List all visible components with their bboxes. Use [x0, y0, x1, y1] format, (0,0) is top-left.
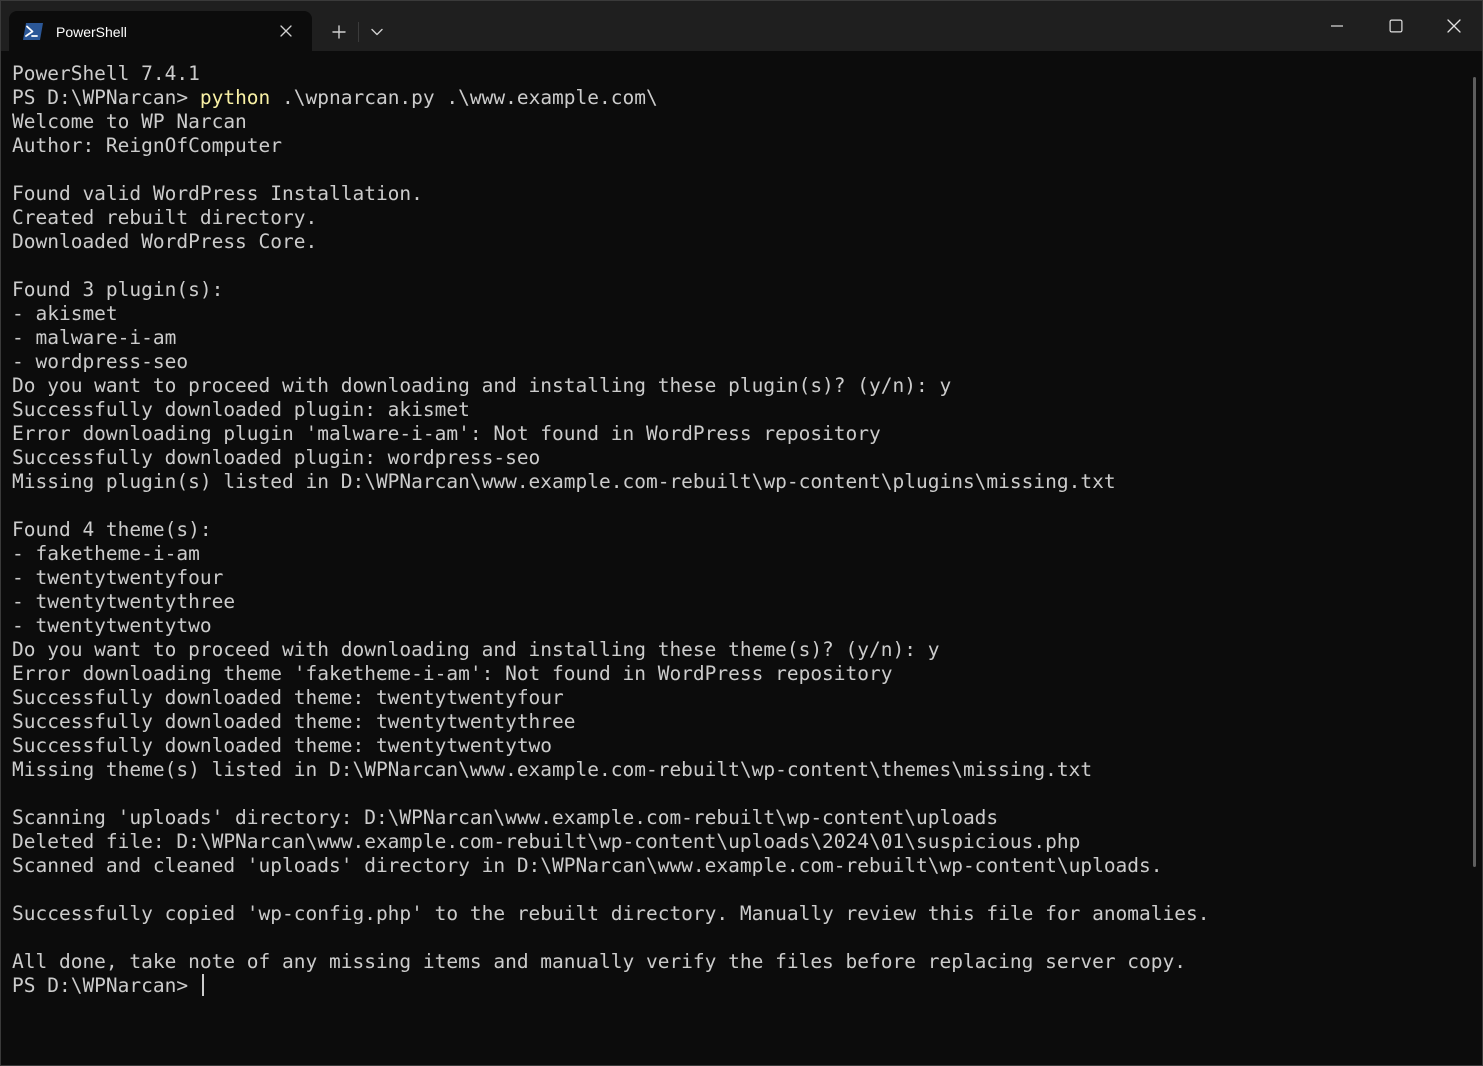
tab-powershell[interactable]: PowerShell [9, 11, 312, 51]
maximize-button[interactable] [1367, 1, 1425, 51]
command-args: .\wpnarcan.py .\www.example.com\ [270, 86, 658, 109]
output-line: All done, take note of any missing items… [12, 950, 1186, 973]
output-line: - twentytwentytwo [12, 614, 212, 637]
tab-dropdown-button[interactable] [361, 15, 393, 49]
version-line: PowerShell 7.4.1 [12, 62, 200, 85]
output-line: Author: ReignOfComputer [12, 134, 283, 157]
output-line: Found valid WordPress Installation. [12, 182, 423, 205]
output-line: Created rebuilt directory. [12, 206, 318, 229]
vertical-scrollbar[interactable] [1473, 77, 1476, 867]
tab-title: PowerShell [56, 24, 127, 40]
output-line: Error downloading plugin 'malware-i-am':… [12, 422, 881, 445]
text-cursor [201, 974, 204, 996]
output-line: Do you want to proceed with downloading … [12, 638, 940, 661]
output-line: Deleted file: D:\WPNarcan\www.example.co… [12, 830, 1081, 853]
output-line: Welcome to WP Narcan [12, 110, 247, 133]
output-line: Successfully downloaded plugin: akismet [12, 398, 470, 421]
output-line: - wordpress-seo [12, 350, 189, 373]
tab-separator [358, 22, 359, 42]
prompt: PS D:\WPNarcan> [12, 86, 200, 109]
prompt: PS D:\WPNarcan> [12, 974, 200, 997]
new-tab-button[interactable] [321, 15, 357, 49]
output-line: Downloaded WordPress Core. [12, 230, 318, 253]
terminal-output[interactable]: PowerShell 7.4.1 PS D:\WPNarcan> python … [1, 51, 1482, 1065]
final-prompt-line[interactable]: PS D:\WPNarcan> [12, 974, 204, 998]
output-line: Scanned and cleaned 'uploads' directory … [12, 854, 1163, 877]
output-line: - malware-i-am [12, 326, 177, 349]
output-line: - faketheme-i-am [12, 542, 200, 565]
output-line: Missing plugin(s) listed in D:\WPNarcan\… [12, 470, 1116, 493]
minimize-button[interactable] [1308, 1, 1366, 51]
close-tab-icon[interactable] [277, 22, 295, 40]
output-line: - akismet [12, 302, 118, 325]
output-line: Successfully downloaded plugin: wordpres… [12, 446, 541, 469]
output-line: - twentytwentythree [12, 590, 236, 613]
output-line: Successfully copied 'wp-config.php' to t… [12, 902, 1210, 925]
output-line: Successfully downloaded theme: twentytwe… [12, 710, 576, 733]
output-line: Found 4 theme(s): [12, 518, 212, 541]
output-line: Missing theme(s) listed in D:\WPNarcan\w… [12, 758, 1093, 781]
command-name: python [199, 86, 271, 109]
output-line: Do you want to proceed with downloading … [12, 374, 952, 397]
title-bar[interactable]: PowerShell [1, 1, 1482, 51]
output-line: Successfully downloaded theme: twentytwe… [12, 734, 553, 757]
output-line: - twentytwentyfour [12, 566, 224, 589]
output-line: Error downloading theme 'faketheme-i-am'… [12, 662, 893, 685]
terminal-window: PowerShell PowerShell 7.4.1 PS D:\WPNarc… [0, 0, 1483, 1066]
output-line: Successfully downloaded theme: twentytwe… [12, 686, 564, 709]
close-window-button[interactable] [1425, 1, 1482, 51]
output-line: Found 3 plugin(s): [12, 278, 224, 301]
output-line: Scanning 'uploads' directory: D:\WPNarca… [12, 806, 999, 829]
command-line: PS D:\WPNarcan> python .\wpnarcan.py .\w… [12, 86, 658, 110]
powershell-icon [23, 23, 43, 40]
